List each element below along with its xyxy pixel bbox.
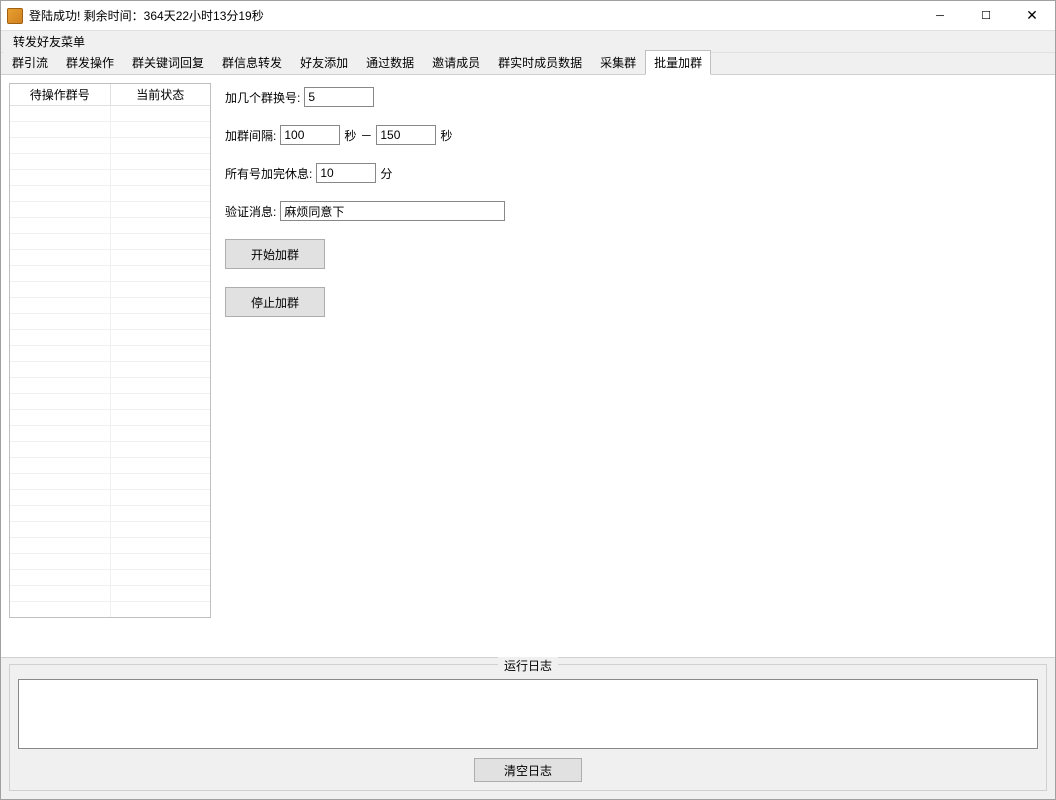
settings-form: 加几个群换号: 加群间隔: 秒 － 秒 所有号加完休息: 分 验证消息: [225,83,1047,649]
table-row [10,138,210,154]
input-interval-max[interactable] [376,125,436,145]
table-row [10,394,210,410]
close-button[interactable]: ✕ [1009,1,1055,30]
table-row [10,330,210,346]
tab-qunyiliu[interactable]: 群引流 [3,50,57,74]
table-row [10,250,210,266]
tabs-bar: 群引流 群发操作 群关键词回复 群信息转发 好友添加 通过数据 邀请成员 群实时… [1,53,1055,75]
start-button[interactable]: 开始加群 [225,239,325,269]
label-sec-1: 秒 [344,127,356,144]
table-row [10,426,210,442]
table-row [10,602,210,617]
input-interval-min[interactable] [280,125,340,145]
tab-qunxinxi[interactable]: 群信息转发 [213,50,291,74]
tab-qunguanjianci[interactable]: 群关键词回复 [123,50,213,74]
label-dash: － [360,127,372,144]
table-body [10,106,210,617]
input-rest[interactable] [316,163,376,183]
table-row [10,474,210,490]
table-row [10,522,210,538]
clear-log-button[interactable]: 清空日志 [474,758,582,782]
input-verify-msg[interactable] [280,201,505,221]
label-interval: 加群间隔: [225,127,276,144]
menu-forward-friends[interactable]: 转发好友菜单 [7,31,91,52]
table-row [10,378,210,394]
table-row [10,282,210,298]
table-row [10,266,210,282]
tab-piliangjiaqun[interactable]: 批量加群 [645,50,711,75]
table-row [10,554,210,570]
table-row [10,362,210,378]
table-row [10,218,210,234]
label-verify: 验证消息: [225,203,276,220]
label-sec-2: 秒 [440,127,452,144]
label-min: 分 [380,165,392,182]
log-textarea[interactable] [18,679,1038,749]
table-row [10,170,210,186]
col-group-id: 待操作群号 [10,84,111,106]
window-title: 登陆成功! 剩余时间：364天22小时13分19秒 [29,7,917,24]
table-row [10,106,210,122]
table-row [10,202,210,218]
table-row [10,410,210,426]
app-icon [7,8,23,24]
table-row [10,122,210,138]
label-switch: 加几个群换号: [225,89,300,106]
table-row [10,570,210,586]
log-group: 运行日志 清空日志 [9,664,1047,791]
table-row [10,538,210,554]
tab-caijiqun[interactable]: 采集群 [591,50,645,74]
table-row [10,234,210,250]
tab-haoyoutianjia[interactable]: 好友添加 [291,50,357,74]
stop-button[interactable]: 停止加群 [225,287,325,317]
table-row [10,458,210,474]
pending-groups-table: 待操作群号 当前状态 [9,83,211,618]
table-row [10,586,210,602]
col-status: 当前状态 [111,84,211,106]
row-verify: 验证消息: [225,201,1047,221]
input-switch-count[interactable] [304,87,374,107]
table-row [10,346,210,362]
label-rest: 所有号加完休息: [225,165,312,182]
table-row [10,506,210,522]
tab-tongguoshuju[interactable]: 通过数据 [357,50,423,74]
main-panel: 待操作群号 当前状态 [1,75,1055,658]
app-window: 登陆成功! 剩余时间：364天22小时13分19秒 ─ ☐ ✕ 转发好友菜单 群… [0,0,1056,800]
row-switch-count: 加几个群换号: [225,87,1047,107]
row-interval: 加群间隔: 秒 － 秒 [225,125,1047,145]
table-row [10,314,210,330]
table-row [10,490,210,506]
row-rest: 所有号加完休息: 分 [225,163,1047,183]
table-row [10,186,210,202]
tab-qunshishishuju[interactable]: 群实时成员数据 [489,50,591,74]
window-controls: ─ ☐ ✕ [917,1,1055,30]
table-header: 待操作群号 当前状态 [10,84,210,106]
log-legend: 运行日志 [498,657,558,674]
tab-yaoqingchengyuan[interactable]: 邀请成员 [423,50,489,74]
log-section: 运行日志 清空日志 [1,658,1055,799]
tab-qunfacaozuo[interactable]: 群发操作 [57,50,123,74]
table-row [10,298,210,314]
maximize-button[interactable]: ☐ [963,1,1009,30]
titlebar: 登陆成功! 剩余时间：364天22小时13分19秒 ─ ☐ ✕ [1,1,1055,31]
table-row [10,154,210,170]
table-row [10,442,210,458]
minimize-button[interactable]: ─ [917,1,963,30]
